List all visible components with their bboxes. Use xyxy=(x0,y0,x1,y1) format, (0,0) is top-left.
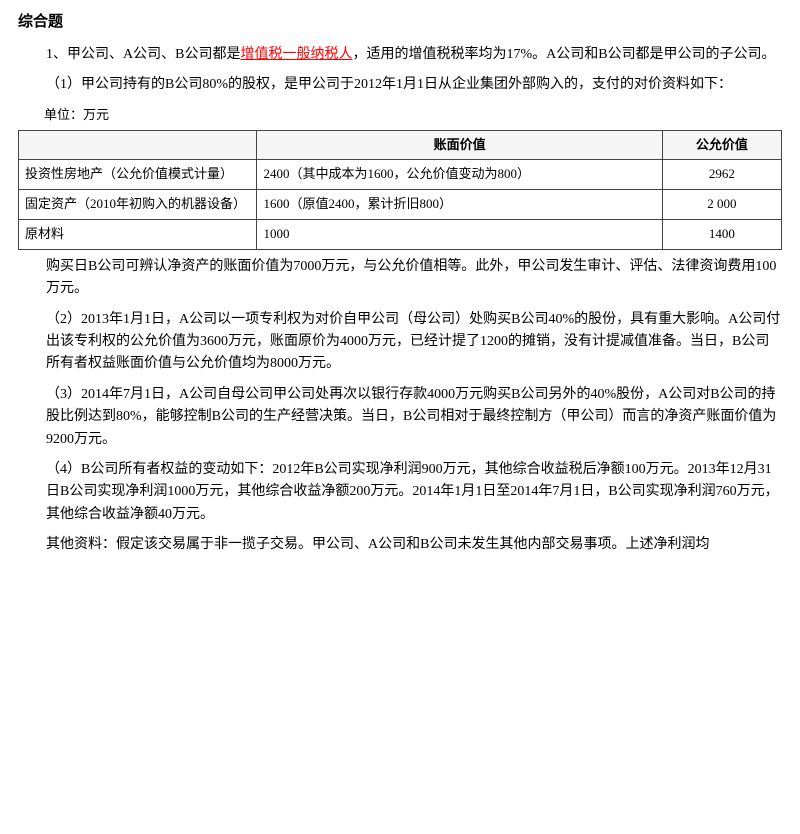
asset-fair-2: 2 000 xyxy=(662,190,781,220)
asset-book-1: 2400（其中成本为1600，公允价值变动为800） xyxy=(257,160,662,190)
asset-table: 账面价值 公允价值 投资性房地产（公允价值模式计量） 2400（其中成本为160… xyxy=(18,130,782,250)
unit-label: 单位：万元 xyxy=(44,105,782,126)
asset-name-1: 投资性房地产（公允价值模式计量） xyxy=(19,160,257,190)
p3-text: （3）2014年7月1日，A公司自母公司甲公司处再次以银行存款4000万元购买B… xyxy=(18,384,782,451)
page-title: 综合题 xyxy=(18,10,782,34)
p4-text: （4）B公司所有者权益的变动如下：2012年B公司实现净利润900万元，其他综合… xyxy=(18,459,782,526)
table-row: 固定资产（2010年初购入的机器设备） 1600（原值2400，累计折旧800）… xyxy=(19,190,782,220)
p1-after-text: 购买日B公司可辨认净资产的账面价值为7000万元，与公允价值相等。此外，甲公司发… xyxy=(18,256,782,301)
asset-book-3: 1000 xyxy=(257,219,662,249)
table-row: 原材料 1000 1400 xyxy=(19,219,782,249)
other-text: 其他资料：假定该交易属于非一揽子交易。甲公司、A公司和B公司未发生其他内部交易事… xyxy=(18,534,782,556)
asset-fair-3: 1400 xyxy=(662,219,781,249)
asset-fair-1: 2962 xyxy=(662,160,781,190)
section-other: 其他资料：假定该交易属于非一揽子交易。甲公司、A公司和B公司未发生其他内部交易事… xyxy=(18,534,782,556)
table-row: 投资性房地产（公允价值模式计量） 2400（其中成本为1600，公允价值变动为8… xyxy=(19,160,782,190)
section-1: （1）甲公司持有的B公司80%的股权，是甲公司于2012年1月1日从企业集团外部… xyxy=(18,74,782,300)
col-header-book: 账面价值 xyxy=(257,130,662,160)
section-2: （2）2013年1月1日，A公司以一项专利权为对价自甲公司（母公司）处购买B公司… xyxy=(18,309,782,376)
section-3: （3）2014年7月1日，A公司自母公司甲公司处再次以银行存款4000万元购买B… xyxy=(18,384,782,451)
highlight-vat: 增值税一般纳税人 xyxy=(240,47,352,62)
col-header-fair: 公允价值 xyxy=(662,130,781,160)
col-header-name xyxy=(19,130,257,160)
asset-name-3: 原材料 xyxy=(19,219,257,249)
intro-paragraph: 1、甲公司、A公司、B公司都是增值税一般纳税人，适用的增值税税率均为17%。A公… xyxy=(18,44,782,66)
section-4: （4）B公司所有者权益的变动如下：2012年B公司实现净利润900万元，其他综合… xyxy=(18,459,782,526)
asset-book-2: 1600（原值2400，累计折旧800） xyxy=(257,190,662,220)
p1-text: （1）甲公司持有的B公司80%的股权，是甲公司于2012年1月1日从企业集团外部… xyxy=(18,74,782,96)
p2-text: （2）2013年1月1日，A公司以一项专利权为对价自甲公司（母公司）处购买B公司… xyxy=(18,309,782,376)
asset-name-2: 固定资产（2010年初购入的机器设备） xyxy=(19,190,257,220)
